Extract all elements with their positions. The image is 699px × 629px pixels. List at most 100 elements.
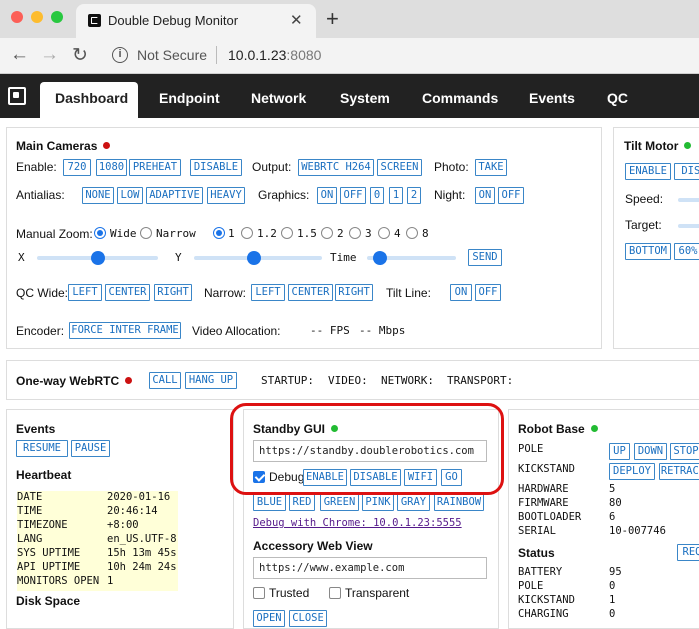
graphics-2-button[interactable]: 2 xyxy=(407,187,421,204)
trusted-checkbox[interactable] xyxy=(253,587,265,599)
tab-events[interactable]: Events xyxy=(529,90,575,106)
tab-close-icon[interactable]: ✕ xyxy=(290,11,303,29)
kickstand-deploy-button[interactable]: DEPLOY xyxy=(609,463,655,480)
back-icon[interactable]: ← xyxy=(10,44,29,66)
zoom-3-radio[interactable] xyxy=(349,227,361,239)
call-button[interactable]: CALL xyxy=(149,372,181,389)
tilt-60-button[interactable]: 60% xyxy=(674,243,699,260)
tilt-line-on-button[interactable]: ON xyxy=(450,284,472,301)
zoom-narrow-radio[interactable] xyxy=(140,227,152,239)
new-tab-icon[interactable]: + xyxy=(326,6,339,32)
browser-tab[interactable]: Double Debug Monitor ✕ xyxy=(76,4,316,38)
antialias-adaptive-button[interactable]: ADAPTIVE xyxy=(146,187,203,204)
zoom-4-radio[interactable] xyxy=(378,227,390,239)
zoom-1-5-radio[interactable] xyxy=(281,227,293,239)
forward-icon[interactable]: → xyxy=(40,44,59,66)
maximize-window-icon[interactable] xyxy=(51,11,63,23)
target-slider-track[interactable] xyxy=(678,224,699,228)
heartbeat-value: +8:00 xyxy=(107,519,139,531)
preheat-button[interactable]: PREHEAT xyxy=(129,159,181,176)
info-icon[interactable]: i xyxy=(112,47,128,63)
webrtc-h264-button[interactable]: WEBRTC H264 xyxy=(298,159,374,176)
tab-qc[interactable]: QC xyxy=(607,90,628,106)
request-button[interactable]: REQ xyxy=(677,544,699,561)
resume-button[interactable]: RESUME xyxy=(16,440,68,457)
heartbeat-key: TIMEZONE xyxy=(17,519,68,531)
take-photo-button[interactable]: TAKE xyxy=(475,159,507,176)
color-red-button[interactable]: RED xyxy=(289,494,315,511)
narrow-left-button[interactable]: LEFT xyxy=(251,284,285,301)
graphics-0-button[interactable]: 0 xyxy=(370,187,384,204)
antialias-none-button[interactable]: NONE xyxy=(82,187,114,204)
graphics-on-button[interactable]: ON xyxy=(317,187,337,204)
y-slider-handle[interactable] xyxy=(247,251,261,265)
pole-up-button[interactable]: UP xyxy=(609,443,630,460)
hang-up-button[interactable]: HANG UP xyxy=(185,372,237,389)
zoom-wide-radio[interactable] xyxy=(94,227,106,239)
heartbeat-key: SYS UPTIME xyxy=(17,547,81,559)
speed-slider-track[interactable] xyxy=(678,198,699,202)
qc-wide-left-button[interactable]: LEFT xyxy=(68,284,102,301)
night-on-button[interactable]: ON xyxy=(475,187,495,204)
tab-title: Double Debug Monitor xyxy=(108,13,239,28)
pole-down-button[interactable]: DOWN xyxy=(634,443,667,460)
graphics-1-button[interactable]: 1 xyxy=(389,187,403,204)
enable-1080-button[interactable]: 1080 xyxy=(96,159,127,176)
narrow-right-button[interactable]: RIGHT xyxy=(335,284,373,301)
color-rainbow-button[interactable]: RAINBOW xyxy=(434,494,484,511)
force-inter-frame-button[interactable]: FORCE INTER FRAME xyxy=(69,322,181,339)
zoom-8-radio[interactable] xyxy=(406,227,418,239)
tab-network[interactable]: Network xyxy=(251,90,306,106)
x-slider-handle[interactable] xyxy=(91,251,105,265)
enable-720-button[interactable]: 720 xyxy=(63,159,91,176)
minimize-window-icon[interactable] xyxy=(31,11,43,23)
graphics-off-button[interactable]: OFF xyxy=(340,187,366,204)
pole-stop-button[interactable]: STOP xyxy=(670,443,699,460)
logo-icon[interactable] xyxy=(8,87,26,105)
heartbeat-key: DATE xyxy=(17,491,43,503)
antialias-heavy-button[interactable]: HEAVY xyxy=(207,187,245,204)
zoom-1-radio[interactable] xyxy=(213,227,225,239)
color-green-button[interactable]: GREEN xyxy=(320,494,359,511)
tilt-disable-button[interactable]: DISA xyxy=(674,163,699,180)
qc-wide-center-button[interactable]: CENTER xyxy=(105,284,150,301)
tab-commands[interactable]: Commands xyxy=(422,90,498,106)
tab-dashboard[interactable]: Dashboard xyxy=(40,82,138,118)
reload-icon[interactable]: ↻ xyxy=(72,44,88,67)
screen-button[interactable]: SCREEN xyxy=(377,159,422,176)
qc-wide-right-button[interactable]: RIGHT xyxy=(154,284,192,301)
zoom-2-radio[interactable] xyxy=(321,227,333,239)
tilt-line-off-button[interactable]: OFF xyxy=(475,284,501,301)
narrow-center-button[interactable]: CENTER xyxy=(288,284,333,301)
color-blue-button[interactable]: BLUE xyxy=(253,494,286,511)
security-status[interactable]: Not Secure xyxy=(137,47,207,63)
close-button[interactable]: CLOSE xyxy=(289,610,327,627)
transparent-checkbox[interactable] xyxy=(329,587,341,599)
pause-button[interactable]: PAUSE xyxy=(71,440,110,457)
kickstand-retract-button[interactable]: RETRACT xyxy=(659,463,699,480)
tab-endpoint[interactable]: Endpoint xyxy=(159,90,220,106)
tab-system[interactable]: System xyxy=(340,90,390,106)
tilt-enable-button[interactable]: ENABLE xyxy=(625,163,671,180)
open-button[interactable]: OPEN xyxy=(253,610,285,627)
close-window-icon[interactable] xyxy=(11,11,23,23)
disable-camera-button[interactable]: DISABLE xyxy=(190,159,242,176)
graphics-label: Graphics: xyxy=(258,188,310,202)
accessory-url-input[interactable]: https://www.example.com xyxy=(253,557,487,579)
debug-chrome-link[interactable]: Debug with Chrome: 10.0.1.23:5555 xyxy=(253,517,462,529)
tilt-bottom-button[interactable]: BOTTOM xyxy=(625,243,671,260)
color-gray-button[interactable]: GRAY xyxy=(397,494,430,511)
heartbeat-key: MONITORS OPEN xyxy=(17,575,100,587)
zoom-1-2-radio[interactable] xyxy=(241,227,253,239)
url-host: 10.0.1.23 xyxy=(228,47,287,63)
time-slider-handle[interactable] xyxy=(373,251,387,265)
night-off-button[interactable]: OFF xyxy=(498,187,524,204)
slider-y-label: Y xyxy=(175,251,182,264)
speed-label: Speed: xyxy=(625,192,664,206)
color-pink-button[interactable]: PINK xyxy=(362,494,394,511)
highlight-annotation xyxy=(230,403,504,495)
status-dot-icon xyxy=(103,142,111,149)
send-button[interactable]: SEND xyxy=(468,249,502,266)
url-field[interactable]: 10.0.1.23:8080 xyxy=(228,47,321,63)
antialias-low-button[interactable]: LOW xyxy=(117,187,143,204)
